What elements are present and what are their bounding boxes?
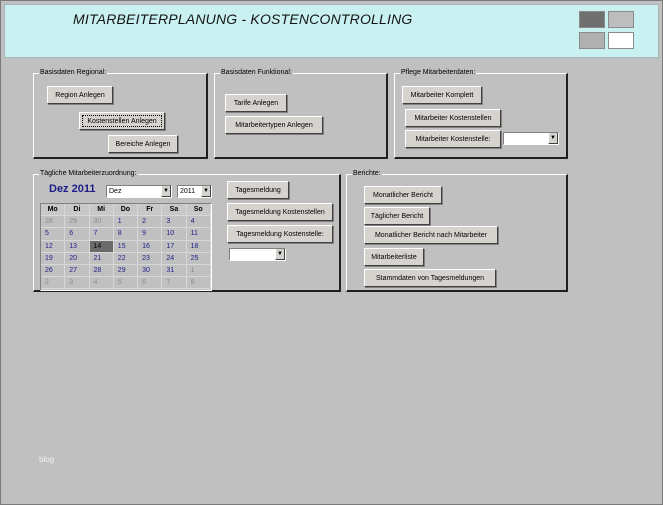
month-value: Dez [109, 188, 122, 195]
logo-tile-3 [579, 32, 605, 49]
mitarbeitertypen-anlegen-button[interactable]: Mitarbeitertypen Anlegen [225, 116, 323, 134]
year-select[interactable]: 2011 ▼ [177, 185, 212, 198]
calendar-day[interactable]: 11 [186, 228, 211, 241]
calendar-day[interactable]: 7 [162, 277, 187, 290]
calendar-day[interactable]: 18 [186, 240, 211, 253]
calendar-day[interactable]: 13 [65, 240, 90, 253]
year-value: 2011 [180, 188, 196, 195]
mitarbeiter-kostenstelle-button[interactable]: Mitarbeiter Kostenstelle: [405, 130, 501, 148]
group-berichte: Berichte: Monatlicher Bericht Täglicher … [346, 169, 568, 292]
mitarbeiter-komplett-button[interactable]: Mitarbeiter Komplett [402, 86, 482, 104]
mitarbeiter-kostenstellen-button[interactable]: Mitarbeiter Kostenstellen [405, 109, 501, 127]
group-label: Basisdaten Funktional: [220, 68, 293, 78]
calendar-day[interactable]: 1 [186, 264, 211, 278]
weekday-header: Mo [41, 204, 66, 217]
weekday-header: Sa [162, 204, 187, 217]
region-anlegen-button[interactable]: Region Anlegen [47, 86, 113, 104]
logo-tile-4 [608, 32, 634, 49]
group-label: Berichte: [352, 169, 382, 179]
calendar-day[interactable]: 4 [89, 277, 114, 290]
weekday-header: Mi [89, 204, 114, 217]
weekday-header: Do [113, 204, 139, 217]
calendar-day[interactable]: 25 [186, 252, 211, 265]
calendar-day[interactable]: 30 [138, 264, 163, 278]
calendar-day[interactable]: 5 [41, 228, 66, 241]
group-basisdaten-funktional: Basisdaten Funktional: Tarife Anlegen Mi… [214, 68, 388, 159]
chevron-down-icon[interactable]: ▼ [275, 249, 285, 260]
calendar-day[interactable]: 4 [186, 216, 211, 229]
calendar-day[interactable]: 1 [113, 216, 139, 229]
calendar-day[interactable]: 29 [65, 216, 90, 229]
chevron-down-icon[interactable]: ▼ [548, 133, 558, 144]
group-basisdaten-regional: Basisdaten Regional: Region Anlegen Kost… [33, 68, 208, 159]
calendar-day[interactable]: 7 [89, 228, 114, 241]
calendar-day[interactable]: 14 [89, 240, 114, 253]
calendar-day[interactable]: 10 [162, 228, 187, 241]
calendar-day[interactable]: 28 [41, 216, 66, 229]
month-select[interactable]: Dez ▼ [106, 185, 172, 198]
group-label: Tägliche Mitarbeiterzuordnung: [39, 169, 138, 179]
kostenstellen-anlegen-button[interactable]: Kostenstellen Anlegen [79, 112, 165, 130]
calendar: Mo Di Mi Do Fr Sa So 28 29 30 1 2 3 4 5 6 7 8 9 10 11 12 13 14 1… [40, 203, 212, 291]
logo-tile-2 [608, 11, 634, 28]
calendar-day[interactable]: 29 [113, 264, 139, 278]
calendar-day[interactable]: 31 [162, 264, 187, 278]
calendar-day[interactable]: 3 [162, 216, 187, 229]
weekday-header: Di [65, 204, 90, 217]
group-label: Basisdaten Regional: [39, 68, 108, 78]
logo-tile-1 [579, 11, 605, 28]
group-taegliche-mitarbeiterzuordnung: Tägliche Mitarbeiterzuordnung: Dez 2011 … [33, 169, 341, 292]
chevron-down-icon[interactable]: ▼ [161, 186, 171, 197]
calendar-day[interactable]: 5 [113, 277, 139, 290]
chevron-down-icon[interactable]: ▼ [201, 186, 211, 197]
calendar-day[interactable]: 27 [65, 264, 90, 278]
calendar-title: Dez 2011 [49, 183, 96, 195]
calendar-day[interactable]: 19 [41, 252, 66, 265]
calendar-day[interactable]: 2 [41, 277, 66, 290]
watermark-text: blog [39, 455, 55, 464]
tagesmeldung-kostenstelle-select[interactable]: ▼ [229, 248, 286, 261]
calendar-day[interactable]: 12 [41, 240, 66, 253]
calendar-day[interactable]: 28 [89, 264, 114, 278]
calendar-day[interactable]: 24 [162, 252, 187, 265]
calendar-day[interactable]: 3 [65, 277, 90, 290]
calendar-day[interactable]: 2 [138, 216, 163, 229]
calendar-day[interactable]: 8 [113, 228, 139, 241]
header-bar: MITARBEITERPLANUNG - KOSTENCONTROLLING [4, 4, 659, 58]
calendar-day[interactable]: 6 [138, 277, 163, 290]
group-label: Pflege Mitarbeiterdaten: [400, 68, 477, 78]
calendar-day[interactable]: 6 [65, 228, 90, 241]
tagesmeldung-kostenstelle-button[interactable]: Tagesmeldung Kostenstelle: [227, 225, 333, 243]
calendar-day[interactable]: 22 [113, 252, 139, 265]
calendar-day[interactable]: 8 [186, 277, 211, 290]
app-title: MITARBEITERPLANUNG - KOSTENCONTROLLING [73, 11, 413, 27]
weekday-header: Fr [138, 204, 163, 217]
calendar-day[interactable]: 30 [89, 216, 114, 229]
bereiche-anlegen-button[interactable]: Bereiche Anlegen [108, 135, 178, 153]
calendar-day[interactable]: 9 [138, 228, 163, 241]
stammdaten-tagesmeldungen-button[interactable]: Stammdaten von Tagesmeldungen [364, 269, 496, 287]
calendar-day[interactable]: 23 [138, 252, 163, 265]
mitarbeiter-kostenstelle-select[interactable]: ▼ [503, 132, 559, 145]
group-pflege-mitarbeiterdaten: Pflege Mitarbeiterdaten: Mitarbeiter Kom… [394, 68, 568, 159]
calendar-day[interactable]: 16 [138, 240, 163, 253]
calendar-day[interactable]: 21 [89, 252, 114, 265]
calendar-day[interactable]: 15 [113, 240, 139, 253]
calendar-day[interactable]: 17 [162, 240, 187, 253]
calendar-grid: Mo Di Mi Do Fr Sa So 28 29 30 1 2 3 4 5 6 7 8 9 10 11 12 13 14 1… [41, 204, 211, 290]
taeglicher-bericht-button[interactable]: Täglicher Bericht [364, 207, 430, 225]
weekday-header: So [186, 204, 211, 217]
calendar-day[interactable]: 20 [65, 252, 90, 265]
mitarbeiterliste-button[interactable]: Mitarbeiterliste [364, 248, 424, 266]
tagesmeldung-button[interactable]: Tagesmeldung [227, 181, 289, 199]
tagesmeldung-kostenstellen-button[interactable]: Tagesmeldung Kostenstellen [227, 203, 333, 221]
monatlicher-bericht-button[interactable]: Monatlicher Bericht [364, 186, 442, 204]
calendar-day[interactable]: 26 [41, 264, 66, 278]
tarife-anlegen-button[interactable]: Tarife Anlegen [225, 94, 287, 112]
monatlicher-bericht-nach-mitarbeiter-button[interactable]: Monatlicher Bericht nach Mitarbeiter [364, 226, 498, 244]
